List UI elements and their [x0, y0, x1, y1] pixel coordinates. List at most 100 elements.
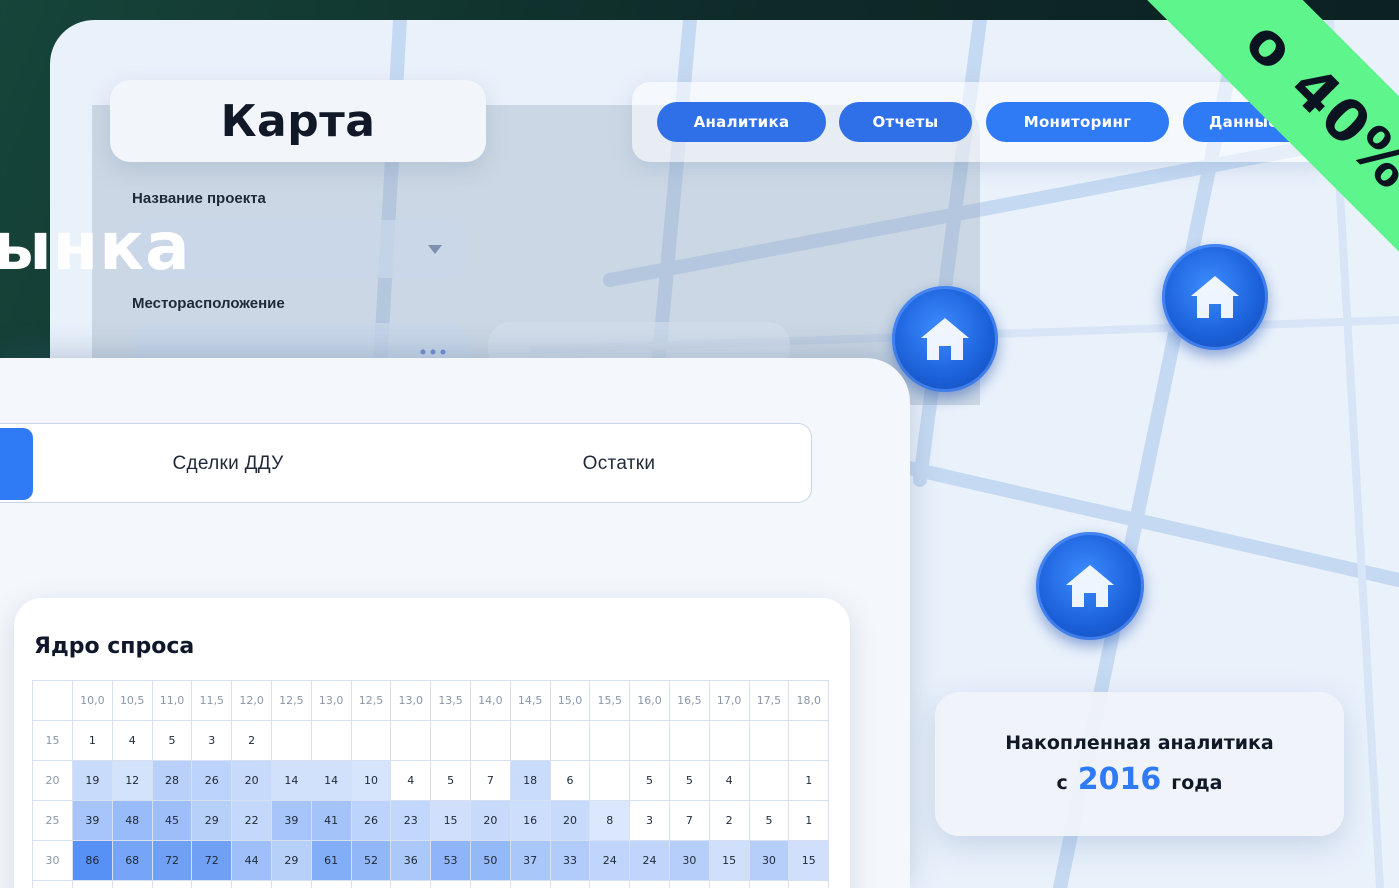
table-cell — [390, 720, 432, 761]
table-row: 20 19 12 28 26 20 14 14 10 4 5 7 18 6 5 5 4 1 — [32, 760, 830, 801]
table-cell — [788, 720, 830, 761]
table-cell: 4 — [390, 760, 432, 801]
table-cell: 28 — [151, 760, 193, 801]
table-cell — [549, 720, 591, 761]
table-cell: 36 — [390, 840, 432, 881]
table-cell: 50 — [469, 840, 511, 881]
table-cell: 4 — [111, 720, 153, 761]
table-cell: 20 — [549, 800, 591, 841]
table-cell: 4 — [708, 760, 750, 801]
nav-monitoring-button[interactable]: Мониторинг — [986, 102, 1169, 142]
tab-remains[interactable]: Остатки — [426, 424, 812, 504]
column-header: 13,0 — [390, 680, 432, 721]
table-cell: 48 — [111, 800, 153, 841]
table-cell: 14 — [270, 760, 312, 801]
table-cell: 61 — [310, 840, 352, 881]
table-cell — [748, 720, 790, 761]
table-cell — [270, 720, 312, 761]
table-cell — [668, 880, 710, 888]
map-pin-house-icon[interactable] — [1162, 244, 1268, 350]
map-pin-house-icon[interactable] — [892, 286, 998, 392]
table-cell — [668, 720, 710, 761]
column-header: 10,0 — [72, 680, 113, 721]
analytics-year: 2016 — [1077, 761, 1162, 797]
table-cell — [310, 880, 352, 888]
table-cell: 29 — [191, 800, 233, 841]
table-cell: 5 — [629, 760, 670, 801]
table-cell — [469, 720, 511, 761]
table-header-row: 10,0 10,5 11,0 11,5 12,0 12,5 13,0 12,5 13,0 13,5… — [32, 680, 830, 721]
table-cell — [430, 880, 471, 888]
table-cell: 23 — [390, 800, 432, 841]
column-header: 11,0 — [151, 680, 193, 721]
table-cell: 5 — [430, 760, 471, 801]
table-cell: 1 — [72, 720, 113, 761]
table-corner — [32, 680, 73, 721]
hero-heading-fragment: ынка — [0, 208, 191, 285]
analytics-since: с 2016 года — [1057, 762, 1223, 797]
table-cell: 1 — [788, 800, 830, 841]
table-cell: 10 — [350, 760, 392, 801]
tab-active[interactable] — [0, 428, 33, 500]
map-title-card: Карта — [110, 80, 486, 162]
table-cell: 19 — [72, 760, 113, 801]
demand-panel: Сделки ДДУ Остатки Ядро спроса 10,0 10,5 1… — [0, 358, 910, 888]
table-cell: 3 — [629, 800, 670, 841]
table-cell: 39 — [72, 800, 113, 841]
table-cell: 53 — [430, 840, 471, 881]
analytics-suffix: года — [1171, 771, 1223, 794]
chevron-down-icon — [428, 245, 442, 254]
row-header: 20 — [32, 760, 73, 801]
table-cell: 30 — [668, 840, 710, 881]
table-cell: 39 — [270, 800, 312, 841]
nav-analytics-button[interactable]: Аналитика — [657, 102, 826, 142]
column-header: 17,0 — [708, 680, 750, 721]
column-header: 17,5 — [748, 680, 790, 721]
table-cell: 33 — [549, 840, 591, 881]
table-cell: 7 — [469, 760, 511, 801]
analytics-heading: Накопленная аналитика — [1005, 731, 1274, 754]
house-icon — [1066, 565, 1114, 607]
table-cell: 6 — [549, 760, 591, 801]
table-cell: 41 — [310, 800, 352, 841]
table-cell — [350, 720, 392, 761]
table-cell: 24 — [589, 840, 631, 881]
row-header — [32, 880, 73, 888]
project-name-label: Название проекта — [132, 190, 266, 207]
table-cell: 37 — [509, 840, 551, 881]
table-cell — [748, 760, 790, 801]
nav-reports-button[interactable]: Отчеты — [839, 102, 972, 142]
table-cell: 5 — [748, 800, 790, 841]
table-cell — [589, 760, 631, 801]
row-header: 30 — [32, 840, 73, 881]
table-cell — [111, 880, 153, 888]
column-header: 14,5 — [509, 680, 551, 721]
table-cell — [509, 880, 551, 888]
tab-ddu-deals[interactable]: Сделки ДДУ — [30, 424, 426, 504]
column-header: 13,5 — [430, 680, 471, 721]
table-row: 25 39 48 45 29 22 39 41 26 23 15 20 16 20 8 3 7 2 5 1 — [32, 800, 830, 841]
table-row — [32, 880, 830, 888]
table-cell: 15 — [708, 840, 750, 881]
column-header: 16,0 — [629, 680, 670, 721]
table-cell — [589, 720, 631, 761]
more-icon — [420, 349, 446, 355]
table-cell: 15 — [430, 800, 471, 841]
table-cell — [430, 720, 471, 761]
table-cell: 15 — [788, 840, 830, 881]
table-cell: 14 — [310, 760, 352, 801]
location-label: Месторасположение — [132, 295, 285, 312]
table-cell: 1 — [788, 760, 830, 801]
table-cell: 72 — [191, 840, 233, 881]
table-cell: 5 — [668, 760, 710, 801]
house-icon — [921, 318, 969, 360]
column-header: 12,5 — [270, 680, 312, 721]
demand-table: 10,0 10,5 11,0 11,5 12,0 12,5 13,0 12,5 13,0 13,5… — [32, 680, 830, 888]
table-cell: 52 — [350, 840, 392, 881]
column-header: 13,0 — [310, 680, 352, 721]
table-cell — [708, 720, 750, 761]
table-cell: 2 — [708, 800, 750, 841]
column-header: 16,5 — [668, 680, 710, 721]
map-pin-house-icon[interactable] — [1036, 532, 1144, 640]
table-cell: 86 — [72, 840, 113, 881]
